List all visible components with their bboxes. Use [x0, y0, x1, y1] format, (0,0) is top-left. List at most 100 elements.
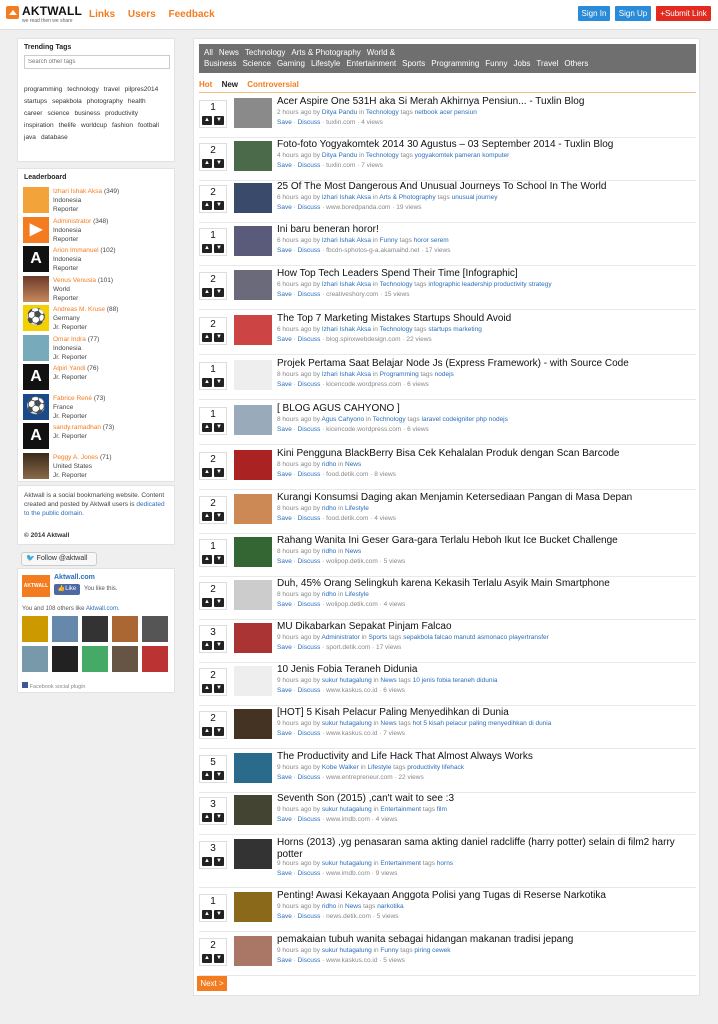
save-button[interactable]: Save	[277, 816, 292, 823]
thumbs-down-icon[interactable]: ▼	[214, 857, 224, 866]
sign-up-button[interactable]: Sign Up	[615, 6, 651, 21]
trending-tag[interactable]: photography	[87, 96, 123, 108]
post-thumbnail[interactable]	[234, 450, 272, 480]
user-avatar[interactable]: A	[23, 364, 49, 390]
discuss-button[interactable]: Discuss	[298, 687, 321, 694]
category-gaming[interactable]: Gaming	[277, 59, 305, 68]
thumbs-down-icon[interactable]: ▼	[214, 116, 224, 125]
post-thumbnail[interactable]	[234, 494, 272, 524]
thumbs-down-icon[interactable]: ▼	[214, 288, 224, 297]
post-tags[interactable]: netbook acer pensiun	[415, 109, 477, 116]
trending-tag[interactable]: java	[24, 132, 36, 144]
fb-friend-avatar[interactable]	[112, 616, 138, 642]
category-programming[interactable]: Programming	[431, 59, 479, 68]
discuss-button[interactable]: Discuss	[298, 601, 321, 608]
post-tags[interactable]: horor serem	[414, 237, 449, 244]
post-author[interactable]: ridho	[322, 548, 336, 555]
post-title[interactable]: 25 Of The Most Dangerous And Unusual Jou…	[277, 181, 692, 193]
user-avatar[interactable]: A	[23, 246, 49, 272]
thumbs-up-icon[interactable]: ▲	[202, 244, 212, 253]
category-travel[interactable]: Travel	[536, 59, 558, 68]
post-tags[interactable]: yogyakomtek pameran komputer	[415, 152, 510, 159]
post-thumbnail[interactable]	[234, 839, 272, 869]
post-author[interactable]: sukur hutagalung	[322, 860, 372, 867]
post-tags[interactable]: sepakbola falcao manutd asmonaco playert…	[403, 634, 549, 641]
category-science[interactable]: Science	[242, 59, 270, 68]
site-logo[interactable]: AKTWALL we read then we share	[6, 4, 82, 26]
post-tags[interactable]: unusual journey	[452, 194, 498, 201]
save-button[interactable]: Save	[277, 336, 292, 343]
discuss-button[interactable]: Discuss	[298, 247, 321, 254]
trending-tag[interactable]: worldcup	[81, 120, 107, 132]
post-thumbnail[interactable]	[234, 98, 272, 128]
post-category[interactable]: Technology	[380, 281, 413, 288]
thumbs-up-icon[interactable]: ▲	[202, 288, 212, 297]
save-button[interactable]: Save	[277, 291, 292, 298]
post-category[interactable]: Funny	[380, 237, 398, 244]
post-title[interactable]: Penting! Awasi Kekayaan Anggota Polisi y…	[277, 890, 692, 902]
thumbs-up-icon[interactable]: ▲	[202, 771, 212, 780]
thumbs-down-icon[interactable]: ▼	[214, 954, 224, 963]
discuss-button[interactable]: Discuss	[298, 291, 321, 298]
save-button[interactable]: Save	[277, 247, 292, 254]
thumbs-up-icon[interactable]: ▲	[202, 159, 212, 168]
next-page-button[interactable]: Next >	[197, 976, 227, 991]
post-author[interactable]: Izhari Ishak Aksa	[322, 281, 371, 288]
post-thumbnail[interactable]	[234, 183, 272, 213]
fb-like-button[interactable]: 👍Like	[54, 584, 80, 595]
discuss-button[interactable]: Discuss	[298, 913, 321, 920]
discuss-button[interactable]: Discuss	[298, 558, 321, 565]
leaderboard-user-name[interactable]: Venus Venusia	[53, 277, 96, 284]
fb-friend-avatar[interactable]	[52, 616, 78, 642]
trending-tag[interactable]: database	[41, 132, 68, 144]
thumbs-down-icon[interactable]: ▼	[214, 813, 224, 822]
thumbs-up-icon[interactable]: ▲	[202, 423, 212, 432]
save-button[interactable]: Save	[277, 870, 292, 877]
trending-tag[interactable]: thelife	[59, 120, 76, 132]
sort-controversial[interactable]: Controversial	[247, 80, 299, 89]
thumbs-down-icon[interactable]: ▼	[214, 555, 224, 564]
post-tags[interactable]: film	[437, 806, 447, 813]
discuss-button[interactable]: Discuss	[298, 204, 321, 211]
thumbs-down-icon[interactable]: ▼	[214, 201, 224, 210]
leaderboard-user-name[interactable]: sandy.ramadhan	[53, 424, 101, 431]
thumbs-up-icon[interactable]: ▲	[202, 116, 212, 125]
category-funny[interactable]: Funny	[485, 59, 507, 68]
post-thumbnail[interactable]	[234, 936, 272, 966]
post-author[interactable]: Izhari Ishak Aksa	[322, 371, 371, 378]
post-tags[interactable]: startups marketing	[428, 326, 481, 333]
trending-tag[interactable]: productivity	[105, 108, 138, 120]
discuss-button[interactable]: Discuss	[298, 336, 321, 343]
thumbs-down-icon[interactable]: ▼	[214, 244, 224, 253]
thumbs-down-icon[interactable]: ▼	[214, 598, 224, 607]
post-tags[interactable]: horns	[437, 860, 453, 867]
post-title[interactable]: [HOT] 5 Kisah Pelacur Paling Menyedihkan…	[277, 707, 692, 719]
save-button[interactable]: Save	[277, 515, 292, 522]
post-title[interactable]: pemakaian tubuh wanita sebagai hidangan …	[277, 934, 692, 946]
nav-links[interactable]: Links	[89, 9, 115, 20]
post-author[interactable]: sukur hutagalung	[322, 806, 372, 813]
post-category[interactable]: Lifestyle	[368, 764, 392, 771]
tag-search-input[interactable]	[24, 55, 170, 69]
post-author[interactable]: ridho	[322, 591, 336, 598]
post-author[interactable]: Kobe Walker	[322, 764, 359, 771]
leaderboard-user-name[interactable]: Omar Indra	[53, 336, 86, 343]
post-title[interactable]: How Top Tech Leaders Spend Their Time [I…	[277, 268, 692, 280]
sign-in-button[interactable]: Sign In	[578, 6, 610, 21]
post-category[interactable]: News	[345, 548, 361, 555]
post-title[interactable]: The Top 7 Marketing Mistakes Startups Sh…	[277, 313, 692, 325]
save-button[interactable]: Save	[277, 601, 292, 608]
thumbs-down-icon[interactable]: ▼	[214, 378, 224, 387]
post-title[interactable]: Kurangi Konsumsi Daging akan Menjamin Ke…	[277, 492, 692, 504]
discuss-button[interactable]: Discuss	[298, 162, 321, 169]
post-title[interactable]: Duh, 45% Orang Selingkuh karena Kekasih …	[277, 578, 692, 590]
post-thumbnail[interactable]	[234, 892, 272, 922]
user-avatar[interactable]	[23, 187, 49, 213]
fb-friend-avatar[interactable]	[22, 646, 48, 672]
user-avatar[interactable]	[23, 275, 49, 302]
save-button[interactable]: Save	[277, 730, 292, 737]
thumbs-down-icon[interactable]: ▼	[214, 727, 224, 736]
post-title[interactable]: Seventh Son (2015) ,can't wait to see :3	[277, 793, 692, 805]
post-author[interactable]: sukur hutagalung	[322, 947, 372, 954]
discuss-button[interactable]: Discuss	[298, 730, 321, 737]
